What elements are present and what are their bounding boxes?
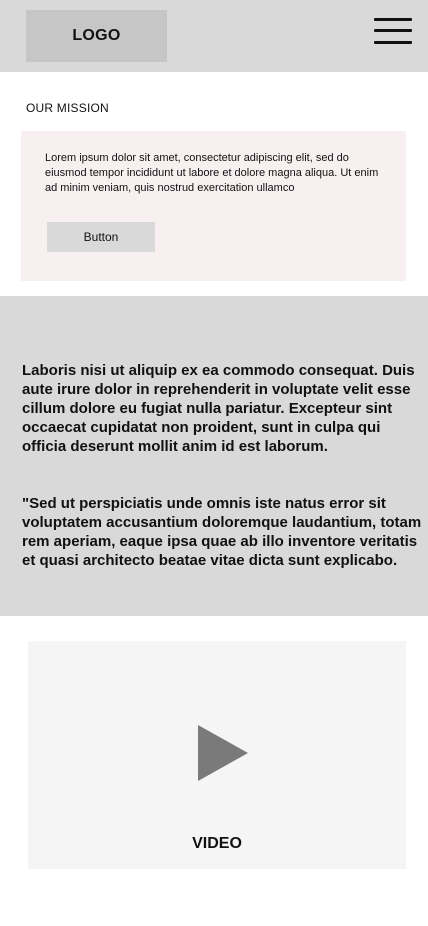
header: LOGO [0, 0, 428, 72]
mission-title: OUR MISSION [26, 101, 109, 115]
video-label: VIDEO [192, 835, 242, 852]
hamburger-menu-icon[interactable] [374, 16, 412, 48]
menu-line [374, 18, 412, 21]
play-icon[interactable] [198, 725, 248, 781]
band-paragraph-1: Laboris nisi ut aliquip ex ea commodo co… [22, 362, 415, 455]
mission-card: Lorem ipsum dolor sit amet, consectetur … [21, 131, 406, 281]
band-text: Laboris nisi ut aliquip ex ea commodo co… [22, 342, 428, 608]
mission-button[interactable]: Button [47, 222, 155, 252]
logo[interactable]: LOGO [26, 10, 167, 62]
band-paragraph-2: "Sed ut perspiciatis unde omnis iste nat… [22, 495, 422, 569]
text-band: Laboris nisi ut aliquip ex ea commodo co… [0, 296, 428, 616]
video-player[interactable]: VIDEO [28, 641, 406, 869]
mission-text: Lorem ipsum dolor sit amet, consectetur … [45, 152, 379, 194]
menu-line [374, 29, 412, 32]
menu-line [374, 41, 412, 44]
